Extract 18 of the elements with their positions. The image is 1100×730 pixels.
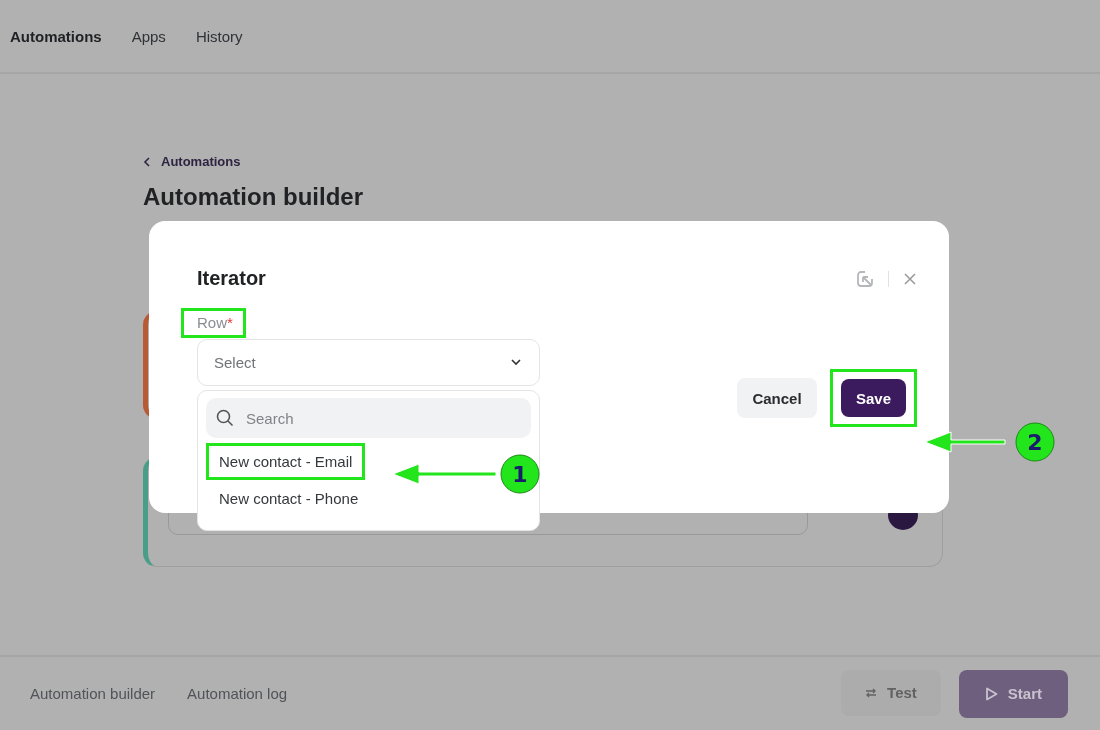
nav-tab[interactable]: Apps [131,27,166,45]
dialog-title: Iterator [197,267,267,290]
dropdown-option[interactable]: New contact - Email [209,446,363,477]
required-mark: * [227,314,233,331]
step-marker: 2 [1015,422,1055,462]
back-link[interactable]: Automations [161,154,241,169]
bottom-tab[interactable]: Automation builder [30,685,156,702]
save-button[interactable]: Save [841,379,906,417]
field-label: Row* [197,314,233,331]
page-title: Automation builder [143,183,364,211]
nav-tab[interactable]: History [195,27,243,45]
dropdown-option[interactable]: New contact - Phone [209,483,369,514]
search-field[interactable]: Search [206,398,531,438]
cancel-button[interactable]: Cancel [737,378,817,418]
step-marker: 1 [500,454,540,494]
nav-tab[interactable]: Automations [10,27,102,45]
select-field[interactable]: Select [197,339,540,386]
bottom-tab[interactable]: Automation log [187,685,288,702]
